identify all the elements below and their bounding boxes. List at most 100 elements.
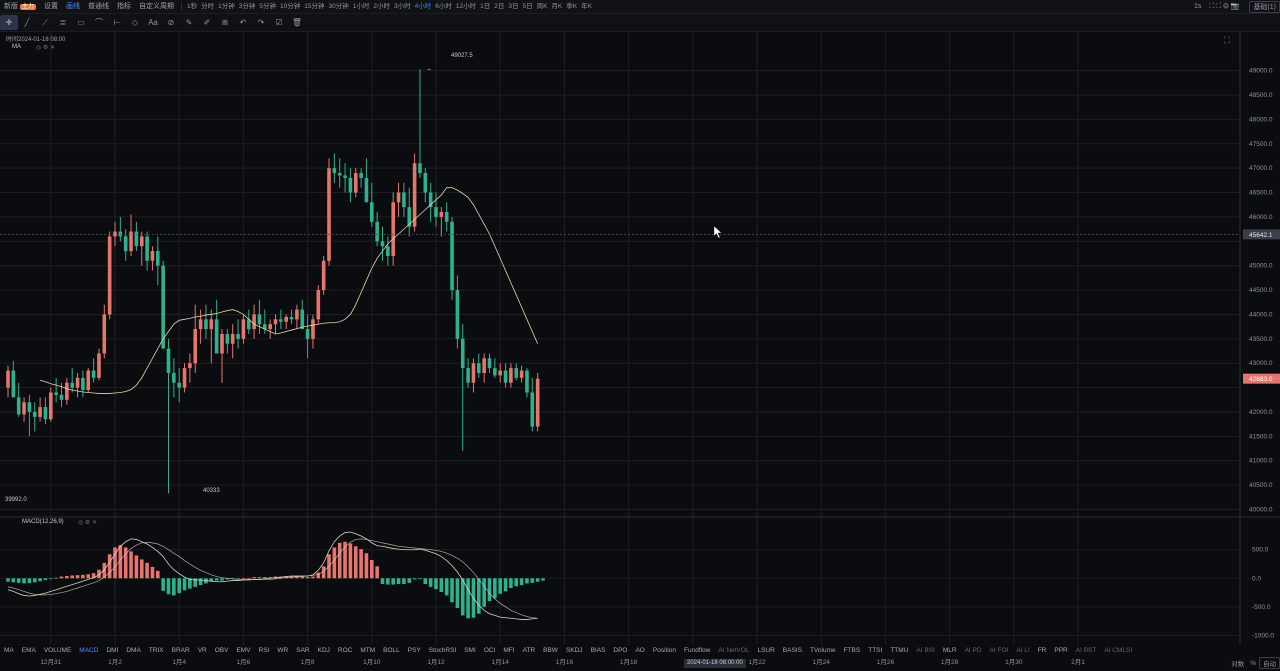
indicator-24[interactable]: BBW bbox=[539, 645, 562, 657]
crosshair-tool-icon[interactable]: ✛ bbox=[0, 15, 18, 30]
text-tool-icon[interactable]: Aa bbox=[144, 15, 162, 30]
indicator-12[interactable]: WR bbox=[273, 645, 292, 657]
toolbar-item-3[interactable]: 普通线 bbox=[84, 0, 113, 13]
interval-0[interactable]: 1秒 bbox=[185, 0, 199, 13]
indicator-14[interactable]: KDJ bbox=[314, 645, 334, 657]
indicator-35[interactable]: FTBS bbox=[840, 645, 865, 657]
ray-tool-icon[interactable]: ⟋ bbox=[36, 15, 54, 30]
interval-1[interactable]: 分时 bbox=[199, 0, 216, 13]
magnet-icon[interactable]: ⋒ bbox=[216, 15, 234, 30]
indicator-5[interactable]: DMA bbox=[122, 645, 144, 657]
indicator-31[interactable]: AI NetVOL bbox=[714, 645, 753, 657]
indicator-25[interactable]: SKDJ bbox=[562, 645, 587, 657]
indicator-39[interactable]: MLR bbox=[939, 645, 961, 657]
indicator-15[interactable]: ROC bbox=[334, 645, 356, 657]
pen-tool-icon[interactable]: ✎ bbox=[180, 15, 198, 30]
indicator-30[interactable]: Fundflow bbox=[680, 645, 714, 657]
interval-13[interactable]: 12小时 bbox=[454, 0, 478, 13]
indicator-23[interactable]: ATR bbox=[519, 645, 540, 657]
price-chart[interactable]: 49000.0 48500.0 48000.0 47500.0 47000.0 46500… bbox=[0, 32, 1280, 645]
indicator-13[interactable]: SAR bbox=[292, 645, 313, 657]
scale-option-0[interactable]: 对数 bbox=[1228, 658, 1247, 668]
interval-21[interactable]: 年K bbox=[579, 0, 594, 13]
indicator-8[interactable]: VR bbox=[194, 645, 211, 657]
indicator-9[interactable]: OBV bbox=[211, 645, 233, 657]
fullscreen-icon[interactable]: ⛶ bbox=[1224, 35, 1230, 46]
redo-icon[interactable]: ↷ bbox=[252, 15, 270, 30]
indicator-3[interactable]: MACD bbox=[75, 645, 102, 657]
interval-11[interactable]: 4小时 bbox=[413, 0, 434, 13]
indicator-17[interactable]: BOLL bbox=[379, 645, 404, 657]
fib-tool-icon[interactable]: ≣ bbox=[54, 15, 72, 30]
ma-settings-icon[interactable]: ◎ ⚙ ✕ bbox=[36, 44, 55, 51]
indicator-46[interactable]: AI CMLSI bbox=[1100, 645, 1136, 657]
indicator-16[interactable]: MTM bbox=[356, 645, 379, 657]
interval-2[interactable]: 1分钟 bbox=[216, 0, 237, 13]
rectangle-tool-icon[interactable]: ▭ bbox=[72, 15, 90, 30]
interval-20[interactable]: 季K bbox=[564, 0, 579, 13]
interval-14[interactable]: 1日 bbox=[478, 0, 492, 13]
indicator-1[interactable]: EMA bbox=[18, 645, 40, 657]
indicator-44[interactable]: PPR bbox=[1050, 645, 1071, 657]
indicator-38[interactable]: AI BSI bbox=[912, 645, 938, 657]
indicator-34[interactable]: TVolume bbox=[806, 645, 840, 657]
indicator-41[interactable]: AI FOI bbox=[986, 645, 1013, 657]
indicator-22[interactable]: MFI bbox=[499, 645, 518, 657]
indicator-7[interactable]: BRAR bbox=[168, 645, 194, 657]
indicator-10[interactable]: EMV bbox=[232, 645, 254, 657]
shape-tool-icon[interactable]: ◇ bbox=[126, 15, 144, 30]
indicator-45[interactable]: AI BST bbox=[1072, 645, 1101, 657]
indicator-18[interactable]: PSY bbox=[404, 645, 425, 657]
trash-icon[interactable]: 🗑 bbox=[288, 15, 306, 30]
interval-17[interactable]: 5日 bbox=[520, 0, 534, 13]
indicator-19[interactable]: StochRSI bbox=[425, 645, 460, 657]
indicator-27[interactable]: DPO bbox=[609, 645, 631, 657]
template-selector[interactable]: 基础(1) bbox=[1249, 0, 1280, 13]
toolbar-icons[interactable]: ⛶ ⛶ ⚙ 📷 bbox=[1205, 2, 1243, 11]
interval-5[interactable]: 10分钟 bbox=[278, 0, 302, 13]
undo-icon[interactable]: ↶ bbox=[234, 15, 252, 30]
interval-16[interactable]: 3日 bbox=[506, 0, 520, 13]
indicator-36[interactable]: TTSI bbox=[864, 645, 886, 657]
indicator-32[interactable]: LSUR bbox=[753, 645, 778, 657]
indicator-29[interactable]: Position bbox=[649, 645, 680, 657]
macd-settings-icon[interactable]: ◎ ⚙ ✕ bbox=[78, 519, 97, 526]
path-tool-icon[interactable]: ⌒ bbox=[90, 15, 108, 30]
indicator-33[interactable]: BASIS bbox=[779, 645, 806, 657]
interval-3[interactable]: 3分钟 bbox=[237, 0, 258, 13]
interval-10[interactable]: 3小时 bbox=[392, 0, 413, 13]
indicator-2[interactable]: VOLUME bbox=[40, 645, 75, 657]
toolbar-item-4[interactable]: 指标 bbox=[113, 0, 135, 13]
ma-indicator-label[interactable]: MA bbox=[12, 44, 21, 50]
indicator-4[interactable]: DMI bbox=[102, 645, 122, 657]
indicator-42[interactable]: AI LI bbox=[1012, 645, 1033, 657]
brush-tool-icon[interactable]: ✐ bbox=[198, 15, 216, 30]
toolbar-item-2[interactable]: 画线 bbox=[62, 0, 84, 13]
indicator-43[interactable]: FR bbox=[1034, 645, 1051, 657]
indicator-28[interactable]: AO bbox=[631, 645, 648, 657]
scale-option-2[interactable]: 自动 bbox=[1259, 657, 1280, 669]
indicator-6[interactable]: TRIX bbox=[145, 645, 168, 657]
toolbar-right-item-0[interactable]: 1s bbox=[1190, 3, 1205, 10]
indicator-21[interactable]: OCI bbox=[480, 645, 500, 657]
toolbar-item-5[interactable]: 自定义周期 bbox=[135, 0, 178, 13]
toolbar-item-1[interactable]: 设置 bbox=[40, 0, 62, 13]
macd-indicator-label[interactable]: MACD(12,26,9) bbox=[22, 519, 64, 525]
interval-6[interactable]: 15分钟 bbox=[302, 0, 326, 13]
interval-8[interactable]: 1小时 bbox=[351, 0, 372, 13]
interval-15[interactable]: 2日 bbox=[492, 0, 506, 13]
check-icon[interactable]: ☑ bbox=[270, 15, 288, 30]
interval-12[interactable]: 6小时 bbox=[433, 0, 454, 13]
lock-icon[interactable]: ⊘ bbox=[162, 15, 180, 30]
toolbar-item-0[interactable]: 新版 主力 bbox=[0, 0, 40, 14]
indicator-11[interactable]: RSI bbox=[255, 645, 274, 657]
interval-18[interactable]: 周K bbox=[535, 0, 550, 13]
indicator-0[interactable]: MA bbox=[0, 645, 18, 657]
indicator-37[interactable]: TTMU bbox=[886, 645, 912, 657]
indicator-40[interactable]: AI PD bbox=[961, 645, 986, 657]
interval-7[interactable]: 30分钟 bbox=[326, 0, 350, 13]
interval-4[interactable]: 5分钟 bbox=[257, 0, 278, 13]
trendline-tool-icon[interactable]: ╱ bbox=[18, 15, 36, 30]
interval-19[interactable]: 月K bbox=[549, 0, 564, 13]
indicator-26[interactable]: BIAS bbox=[587, 645, 610, 657]
